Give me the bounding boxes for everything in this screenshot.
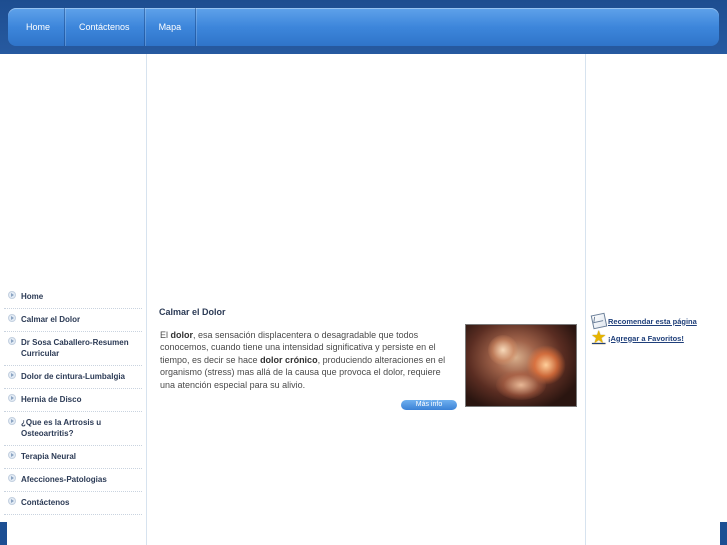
menu-item-contact[interactable]: Contáctenos xyxy=(4,492,142,515)
article-bold-cronico: dolor crónico xyxy=(260,354,318,365)
menu-item-label: Terapia Neural xyxy=(21,452,76,461)
menu-item-label: Calmar el Dolor xyxy=(21,315,81,324)
star-icon: ★ xyxy=(592,329,606,346)
menu-item-calmar-dolor[interactable]: Calmar el Dolor xyxy=(4,309,142,332)
menu-item-label: ¿Que es la Artrosis u Osteoartritis? xyxy=(21,418,102,438)
menu-item-label: Dr Sosa Caballero-Resumen Curricular xyxy=(21,338,129,358)
arrow-bullet-icon xyxy=(8,417,16,425)
article-text: El dolor, esa sensación displacentera o … xyxy=(160,329,458,391)
arrow-bullet-icon xyxy=(8,291,16,299)
menu-item-label: Contáctenos xyxy=(21,498,70,507)
footer-edge-right xyxy=(720,522,727,545)
side-menu: Home Calmar el Dolor Dr Sosa Caballero-R… xyxy=(4,286,142,515)
menu-item-afecciones[interactable]: Afecciones-Patologias xyxy=(4,469,142,492)
header-band: Home Contáctenos Mapa xyxy=(0,0,727,54)
left-column: Home Calmar el Dolor Dr Sosa Caballero-R… xyxy=(0,54,147,545)
nav-map[interactable]: Mapa xyxy=(145,8,197,46)
article-bold-dolor: dolor xyxy=(170,330,194,340)
nav-contact[interactable]: Contáctenos xyxy=(65,8,145,46)
arrow-bullet-icon xyxy=(8,394,16,402)
arrow-bullet-icon xyxy=(8,451,16,459)
footer-edge-left xyxy=(0,522,7,545)
menu-item-curriculum[interactable]: Dr Sosa Caballero-Resumen Curricular xyxy=(4,332,142,366)
center-column: Calmar el Dolor El dolor, esa sensación … xyxy=(147,54,586,545)
recommend-link[interactable]: Recomendar esta página xyxy=(590,312,697,330)
favorites-label: ¡Agregar a Favoritos! xyxy=(608,333,684,343)
arrow-bullet-icon xyxy=(8,497,16,505)
recommend-label: Recomendar esta página xyxy=(608,316,697,326)
menu-item-lumbalgia[interactable]: Dolor de cintura-Lumbalgia xyxy=(4,366,142,389)
menu-item-label: Afecciones-Patologias xyxy=(21,475,107,484)
arrow-bullet-icon xyxy=(8,371,16,379)
article-title: Calmar el Dolor xyxy=(159,307,226,317)
page-content: Home Calmar el Dolor Dr Sosa Caballero-R… xyxy=(0,54,727,545)
arrow-bullet-icon xyxy=(8,474,16,482)
favorites-link[interactable]: ★ ¡Agregar a Favoritos! xyxy=(592,329,684,346)
nav-home[interactable]: Home xyxy=(8,8,66,46)
arrow-bullet-icon xyxy=(8,337,16,345)
menu-item-terapia-neural[interactable]: Terapia Neural xyxy=(4,446,142,469)
article-photo xyxy=(465,324,577,407)
more-info-button[interactable]: Más info xyxy=(401,400,457,410)
menu-item-artrosis[interactable]: ¿Que es la Artrosis u Osteoartritis? xyxy=(4,412,142,446)
right-column: Recomendar esta página ★ ¡Agregar a Favo… xyxy=(586,54,727,545)
menu-item-label: Home xyxy=(21,292,44,301)
arrow-bullet-icon xyxy=(8,314,16,322)
menu-item-home[interactable]: Home xyxy=(4,286,142,309)
menu-item-label: Hernia de Disco xyxy=(21,395,82,404)
menu-item-label: Dolor de cintura-Lumbalgia xyxy=(21,372,126,381)
menu-item-hernia[interactable]: Hernia de Disco xyxy=(4,389,142,412)
top-navigation: Home Contáctenos Mapa xyxy=(8,8,719,46)
article-text-part: El xyxy=(160,330,171,340)
envelope-icon xyxy=(590,312,608,330)
